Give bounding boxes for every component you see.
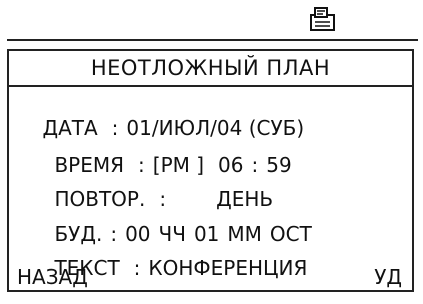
status-bar (0, 0, 423, 38)
text-value[interactable]: КОНФЕРЕНЦИЯ (148, 256, 307, 280)
schedule-screen: НЕОТЛОЖНЫЙ ПЛАН ДАТА:01/ИЮЛ/04 (СУБ) ВРЕ… (7, 49, 414, 292)
screen-title: НЕОТЛОЖНЫЙ ПЛАН (9, 51, 412, 87)
back-softkey[interactable]: НАЗАД (17, 265, 88, 289)
text-separator: : (133, 256, 141, 280)
delete-softkey[interactable]: УД (374, 265, 402, 289)
envelope-memo-icon (310, 7, 335, 31)
status-divider (7, 39, 418, 41)
